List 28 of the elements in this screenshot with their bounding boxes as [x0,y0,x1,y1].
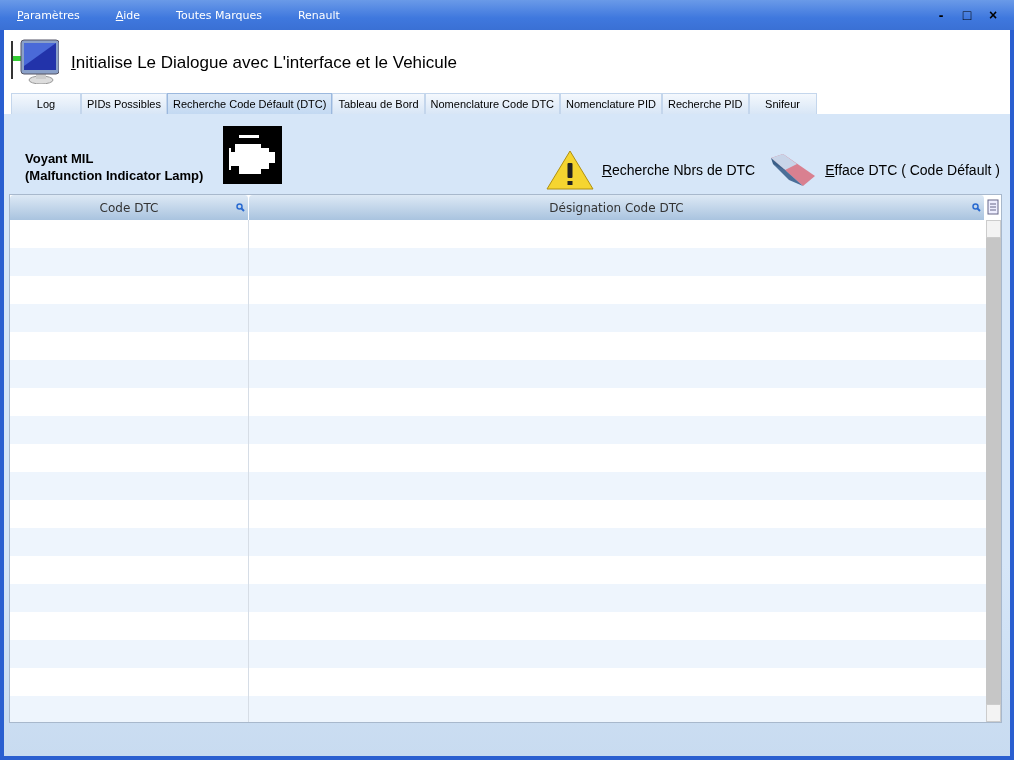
action-button[interactable]: Recherche Nbrs de DTC [545,150,756,190]
engine-icon [223,126,283,184]
vertical-scrollbar[interactable] [986,220,1001,722]
menu-item[interactable]: Renault [297,8,340,22]
mil-label: Voyant MIL (Malfunction Indicator Lamp) [25,150,204,184]
tab[interactable]: Recherche PID [661,93,749,114]
action-button[interactable]: Efface DTC ( Code Défault ) [769,150,1000,190]
menu-item[interactable]: Toutes Marques [176,8,262,22]
window-control-button[interactable]: - [930,7,952,23]
menu-item[interactable]: Paramètres [17,8,80,22]
tab[interactable]: Snifeur [748,93,817,114]
search-icon[interactable] [236,203,245,212]
tab[interactable]: Recherche Code Défault (DTC) [167,93,333,114]
column-header[interactable]: Code DTC [10,195,249,220]
window-control-button[interactable]: □ [956,7,978,23]
column-header[interactable]: Désignation Code DTC [249,195,985,220]
warning-icon [545,150,594,190]
menu-item[interactable]: Aide [115,8,141,22]
tab[interactable]: Log [11,93,81,114]
tab[interactable]: Nomenclature PID [560,93,662,114]
page-title: Initialise Le Dialogue avec L'interface et le Vehicule [71,53,457,73]
window-control-button[interactable]: × [982,7,1004,23]
tab[interactable]: PIDs Possibles [81,93,167,114]
tab[interactable]: Nomenclature Code DTC [424,93,561,114]
monitor-icon [11,38,59,84]
tab[interactable]: Tableau de Bord [332,93,425,114]
search-icon[interactable] [972,203,981,212]
column-chooser-icon[interactable] [987,199,999,215]
